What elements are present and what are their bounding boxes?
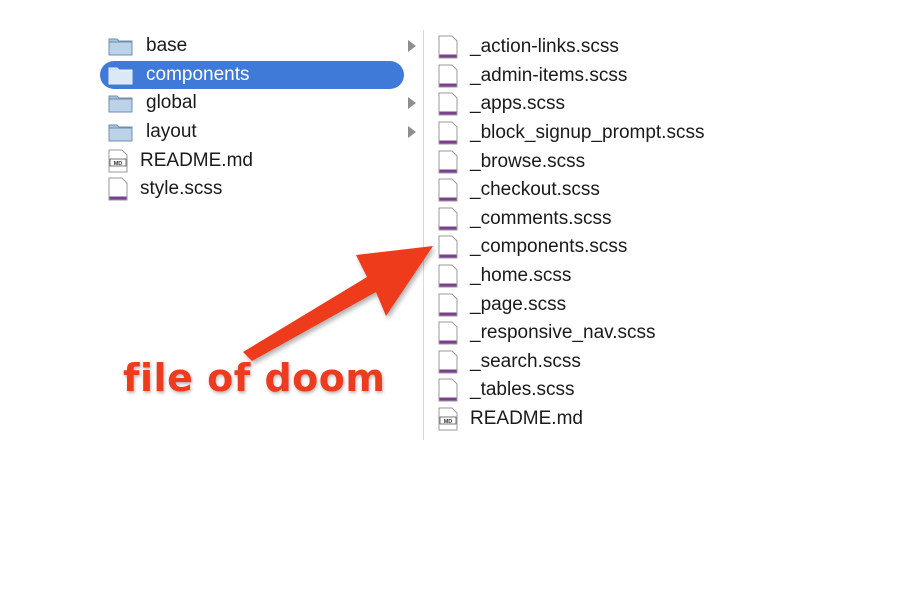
item-label: layout — [146, 121, 197, 143]
file-row[interactable]: _tables.scss — [436, 376, 766, 405]
scss-file-icon — [438, 378, 458, 402]
file-row[interactable]: _responsive_nav.scss — [436, 319, 766, 348]
file-row[interactable]: _search.scss — [436, 348, 766, 377]
file-row[interactable]: _admin-items.scss — [436, 62, 766, 91]
svg-text:MD: MD — [444, 419, 453, 425]
scss-file-icon — [438, 350, 458, 374]
scss-file-icon — [438, 207, 458, 231]
scss-file-icon — [438, 92, 458, 116]
item-label: _comments.scss — [470, 207, 612, 229]
folder-icon — [108, 95, 133, 113]
folder-row-global[interactable]: global — [100, 89, 425, 118]
finder-column-browser: base components global layout MD README.… — [0, 0, 914, 596]
item-label: base — [146, 35, 188, 57]
scss-file-icon — [438, 150, 458, 174]
file-row[interactable]: _components.scss — [436, 233, 766, 262]
item-label: _action-links.scss — [470, 36, 619, 58]
markdown-file-icon: MD — [438, 407, 458, 431]
item-label: global — [146, 92, 197, 114]
item-label: _tables.scss — [470, 379, 575, 401]
annotation-label: file of doom — [123, 356, 386, 400]
file-row-readme[interactable]: MD README.md — [100, 146, 425, 175]
item-label: _home.scss — [470, 265, 572, 287]
scss-file-icon — [438, 178, 458, 202]
scss-file-icon — [438, 264, 458, 288]
file-row[interactable]: _checkout.scss — [436, 176, 766, 205]
file-row[interactable]: _action-links.scss — [436, 33, 766, 62]
file-row-style[interactable]: style.scss — [100, 175, 425, 204]
scss-file-icon — [438, 35, 458, 59]
scss-file-icon — [108, 177, 128, 201]
item-label: _browse.scss — [470, 150, 586, 172]
item-label: _checkout.scss — [470, 179, 600, 201]
folder-icon — [108, 124, 133, 142]
scss-file-icon — [438, 235, 458, 259]
column-components: _action-links.scss _admin-items.scss _ap… — [436, 33, 766, 433]
column-divider[interactable] — [423, 30, 424, 440]
item-label: _page.scss — [470, 293, 567, 315]
chevron-right-icon — [408, 68, 416, 81]
scss-file-icon — [438, 293, 458, 317]
file-row[interactable]: _page.scss — [436, 290, 766, 319]
scss-file-icon — [438, 64, 458, 88]
file-row[interactable]: _block_signup_prompt.scss — [436, 119, 766, 148]
file-row[interactable]: _comments.scss — [436, 205, 766, 234]
chevron-right-icon — [408, 40, 416, 52]
item-label: _block_signup_prompt.scss — [470, 122, 705, 144]
file-row[interactable]: _home.scss — [436, 262, 766, 291]
markdown-file-icon: MD — [108, 149, 128, 173]
folder-row-layout[interactable]: layout — [100, 118, 425, 147]
item-label: _admin-items.scss — [470, 64, 628, 86]
item-label: README.md — [470, 408, 583, 430]
column-parent: base components global layout MD README.… — [100, 32, 425, 204]
file-row[interactable]: _browse.scss — [436, 147, 766, 176]
item-label: _responsive_nav.scss — [470, 322, 656, 344]
item-label: _search.scss — [470, 350, 581, 372]
file-row[interactable]: _apps.scss — [436, 90, 766, 119]
folder-icon — [108, 38, 133, 56]
item-label: components — [146, 63, 250, 85]
item-label: style.scss — [140, 178, 223, 200]
scss-file-icon — [438, 321, 458, 345]
svg-text:MD: MD — [114, 160, 123, 166]
chevron-right-icon — [408, 125, 416, 138]
folder-icon — [108, 67, 133, 85]
folder-row-components[interactable]: components — [100, 60, 416, 90]
item-label: _components.scss — [470, 236, 628, 258]
item-label: README.md — [140, 149, 253, 171]
chevron-right-icon — [408, 97, 416, 110]
file-row[interactable]: MD README.md — [436, 405, 766, 434]
folder-row-base[interactable]: base — [100, 32, 425, 61]
scss-file-icon — [438, 121, 458, 145]
item-label: _apps.scss — [470, 93, 566, 115]
